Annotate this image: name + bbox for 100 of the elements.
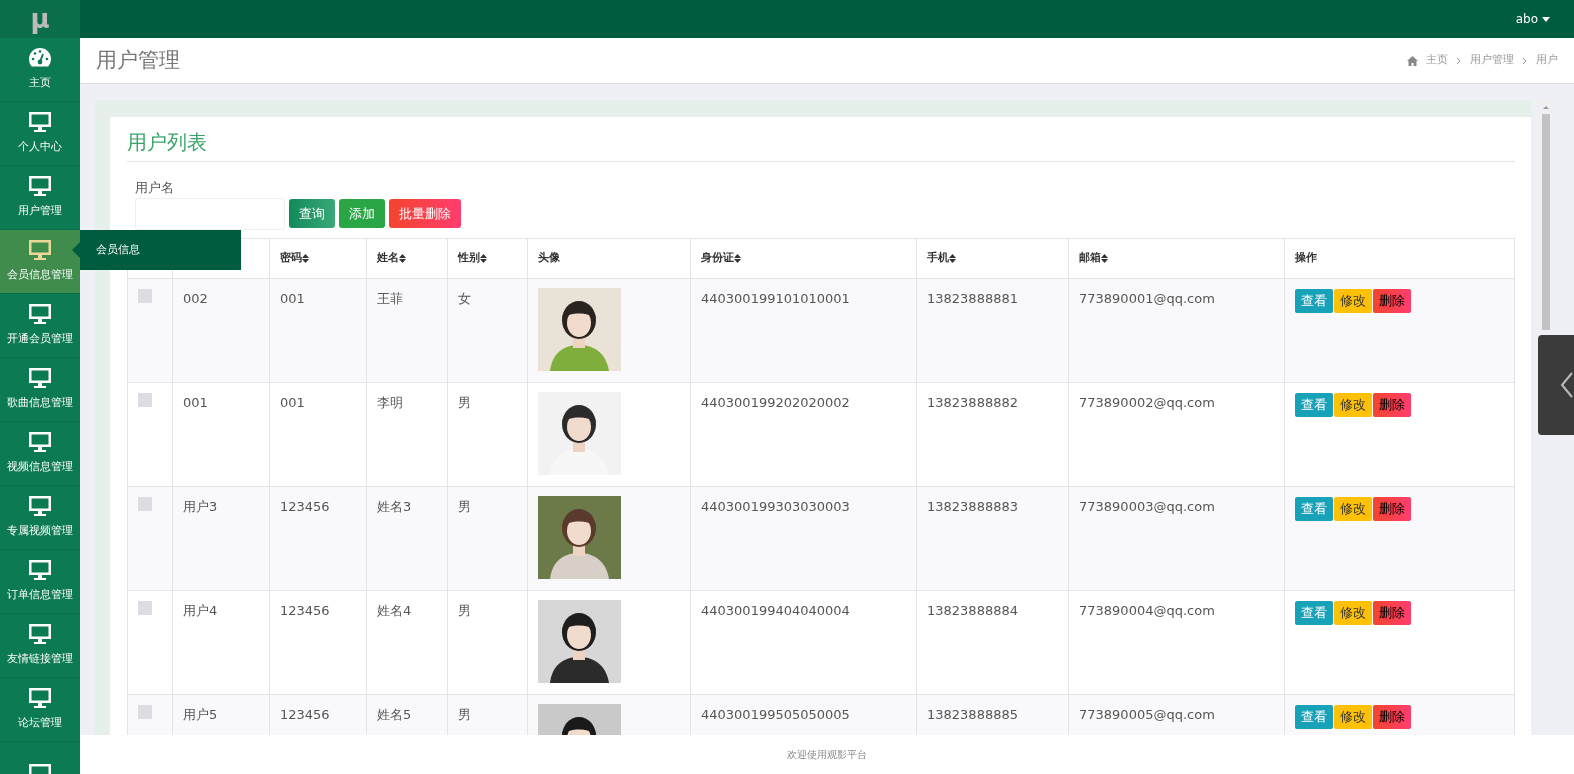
edit-button[interactable]: 修改 (1334, 392, 1372, 417)
password-cell: 001 (280, 394, 305, 410)
view-button[interactable]: 查看 (1295, 704, 1333, 729)
gender-cell: 男 (458, 394, 471, 410)
phone-cell: 13823888883 (927, 498, 1018, 514)
add-button[interactable]: 添加 (339, 199, 385, 228)
monitor-icon (28, 687, 52, 710)
caret-icon (1542, 16, 1550, 22)
logo: μ (0, 0, 80, 38)
column-header[interactable]: 身份证 (701, 249, 741, 267)
column-header: 操作 (1295, 249, 1317, 266)
sidebar-item-label[interactable]: 用户管理 (18, 203, 62, 220)
batch-delete-button[interactable]: 批量删除 (389, 199, 461, 228)
delete-button[interactable]: 删除 (1373, 496, 1411, 521)
sidebar-item-label[interactable]: 歌曲信息管理 (7, 395, 73, 412)
view-button[interactable]: 查看 (1295, 288, 1333, 313)
gender-cell: 男 (458, 498, 471, 514)
name-cell: 姓名4 (377, 602, 412, 618)
delete-button[interactable]: 删除 (1373, 288, 1411, 313)
sidebar-item-label[interactable]: 专属视频管理 (7, 523, 73, 540)
monitor-icon (28, 239, 52, 262)
sidebar-item-label[interactable]: 友情链接管理 (7, 651, 73, 668)
id-card-cell: 440300199101010001 (701, 290, 850, 306)
edit-button[interactable]: 修改 (1334, 496, 1372, 521)
checkbox[interactable] (138, 600, 152, 615)
username-cell: 002 (183, 290, 208, 306)
view-button[interactable]: 查看 (1295, 392, 1333, 417)
username-cell: 用户5 (183, 706, 218, 722)
email-cell: 773890004@qq.com (1079, 602, 1215, 618)
monitor-icon (28, 559, 52, 582)
breadcrumb-item[interactable]: 用户管理 (1470, 52, 1514, 69)
column-header[interactable]: 姓名 (377, 249, 406, 267)
delete-button[interactable]: 删除 (1373, 392, 1411, 417)
breadcrumb-item: 用户 (1536, 52, 1558, 69)
sort-icon (734, 253, 741, 263)
scrollbar[interactable] (1539, 100, 1553, 330)
side-panel-handle[interactable] (1538, 335, 1574, 435)
id-card-cell: 440300199404040004 (701, 602, 850, 618)
id-card-cell: 440300199505050005 (701, 706, 850, 722)
gauge-icon (28, 47, 52, 70)
delete-button[interactable]: 删除 (1373, 600, 1411, 625)
sort-icon (399, 253, 406, 263)
phone-cell: 13823888885 (927, 706, 1018, 722)
email-cell: 773890001@qq.com (1079, 290, 1215, 306)
chevron-icon (1456, 56, 1462, 65)
name-cell: 王菲 (377, 290, 403, 306)
name-cell: 姓名3 (377, 498, 412, 514)
email-cell: 773890002@qq.com (1079, 394, 1215, 410)
checkbox[interactable] (138, 704, 152, 719)
monitor-icon (28, 431, 52, 454)
search-button[interactable]: 查询 (289, 199, 335, 228)
monitor-icon (28, 111, 52, 134)
gender-cell: 男 (458, 706, 471, 722)
sidebar-item-label[interactable]: 订单信息管理 (7, 587, 73, 604)
email-cell: 773890003@qq.com (1079, 498, 1215, 514)
monitor-icon (28, 495, 52, 518)
sidebar-item-label[interactable]: 视频信息管理 (7, 459, 73, 476)
column-header[interactable]: 邮箱 (1079, 249, 1108, 267)
monitor-icon (28, 623, 52, 646)
checkbox[interactable] (138, 496, 152, 511)
column-header: 头像 (538, 249, 560, 266)
panel-title: 用户列表 (127, 127, 1515, 162)
sidebar-item-label[interactable]: 主页 (29, 75, 51, 92)
name-cell: 姓名5 (377, 706, 412, 722)
sidebar-item-label[interactable]: 开通会员管理 (7, 331, 73, 348)
delete-button[interactable]: 删除 (1373, 704, 1411, 729)
phone-cell: 13823888882 (927, 394, 1018, 410)
chevron-icon (1560, 372, 1574, 398)
sort-icon (949, 253, 956, 263)
footer-text: 欢迎使用观影平台 (787, 748, 867, 762)
checkbox[interactable] (138, 392, 152, 407)
column-header[interactable]: 性别 (458, 249, 487, 267)
gender-cell: 男 (458, 602, 471, 618)
edit-button[interactable]: 修改 (1334, 704, 1372, 729)
name-cell: 李明 (377, 394, 403, 410)
column-header[interactable]: 密码 (280, 249, 309, 267)
view-button[interactable]: 查看 (1295, 496, 1333, 521)
id-card-cell: 440300199202020002 (701, 394, 850, 410)
view-button[interactable]: 查看 (1295, 600, 1333, 625)
edit-button[interactable]: 修改 (1334, 288, 1372, 313)
password-cell: 123456 (280, 602, 330, 618)
username-cell: 001 (183, 394, 208, 410)
submenu-item[interactable]: 会员信息 (96, 241, 140, 259)
edit-button[interactable]: 修改 (1334, 600, 1372, 625)
breadcrumb-item[interactable]: 主页 (1426, 52, 1448, 69)
phone-cell: 13823888881 (927, 290, 1018, 306)
sort-icon (302, 253, 309, 263)
monitor-icon (28, 175, 52, 198)
password-cell: 123456 (280, 498, 330, 514)
sidebar-item-label[interactable]: 个人中心 (18, 139, 62, 156)
user-menu[interactable]: abo (1515, 10, 1550, 28)
checkbox[interactable] (138, 288, 152, 303)
home-icon (1407, 55, 1418, 66)
sort-icon (1101, 253, 1108, 263)
username-cell: 用户3 (183, 498, 218, 514)
phone-cell: 13823888884 (927, 602, 1018, 618)
sidebar-item-label[interactable]: 论坛管理 (18, 715, 62, 732)
username-cell: 用户4 (183, 602, 218, 618)
column-header[interactable]: 手机 (927, 249, 956, 267)
search-field[interactable] (135, 197, 285, 230)
